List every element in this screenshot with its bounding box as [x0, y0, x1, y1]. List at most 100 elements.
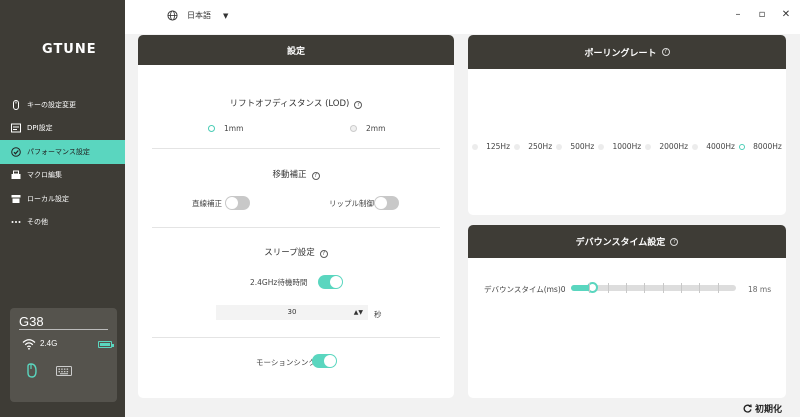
sidebar-item-label: ローカル設定 — [27, 194, 69, 203]
toggle-knob — [330, 276, 342, 288]
language-selector[interactable]: 日本語 ▼ — [167, 10, 228, 21]
toggle-knob — [226, 197, 238, 209]
device-card: G38 2.4G — [10, 308, 117, 402]
motion-sync-label: モーションシンク — [256, 358, 316, 367]
sleep-title: スリープ設定? — [138, 246, 454, 258]
maximize-button[interactable]: ▫ — [755, 9, 769, 20]
polling-option-1000[interactable]: 1000Hz — [598, 142, 641, 151]
rate-label: 250Hz — [528, 142, 553, 151]
help-icon[interactable]: ? — [319, 250, 328, 258]
sidebar-item-label: DPI設定 — [27, 124, 53, 133]
settings-header: 設定 — [138, 35, 454, 65]
wifi-icon — [22, 339, 36, 350]
settings-title: 設定 — [286, 46, 305, 57]
rate-label: 125Hz — [486, 142, 511, 151]
radio-icon — [350, 125, 357, 132]
sleep-time-select[interactable]: 30 ▲▼ — [216, 305, 368, 320]
debounce-title: デバウンスタイム設定 — [575, 238, 666, 248]
mouse-icon — [10, 99, 22, 111]
radio-icon — [598, 143, 605, 150]
divider — [152, 227, 440, 228]
debounce-min: 0 — [560, 285, 566, 294]
radio-icon — [645, 143, 652, 150]
battery-level — [100, 343, 110, 346]
lod-title: リフトオフディスタンス (LOD)? — [138, 97, 454, 109]
rate-label: 4000Hz — [706, 142, 735, 151]
polling-option-250[interactable]: 250Hz — [514, 142, 552, 151]
sidebar-item-label: キーの設定変更 — [27, 100, 76, 109]
sleep-title-text: スリープ設定 — [264, 248, 315, 258]
polling-option-2000[interactable]: 2000Hz — [645, 142, 688, 151]
close-button[interactable]: ✕ — [779, 9, 793, 20]
help-icon[interactable]: ? — [661, 48, 670, 56]
local-icon — [10, 193, 22, 205]
radio-selected-icon — [739, 143, 746, 150]
device-divider — [19, 329, 108, 330]
polling-option-125[interactable]: 125Hz — [472, 142, 510, 151]
language-label: 日本語 — [187, 11, 211, 20]
ripple-control-label: リップル制御 — [329, 199, 374, 208]
minimize-button[interactable]: – — [731, 9, 745, 20]
reset-label: 初期化 — [755, 405, 783, 415]
slider-tick — [699, 283, 700, 293]
toggle-knob — [375, 197, 387, 209]
straight-correction-toggle[interactable] — [225, 196, 250, 210]
keyboard-icon[interactable] — [56, 366, 72, 376]
help-icon[interactable]: ? — [670, 237, 679, 246]
wait-time-label: 2.4GHz待機時間 — [250, 278, 308, 287]
debounce-slider[interactable] — [571, 282, 736, 293]
performance-icon — [10, 146, 22, 158]
dpi-icon — [10, 122, 22, 134]
divider — [152, 148, 440, 149]
slider-tick — [718, 283, 719, 293]
settings-panel: 設定 リフトオフディスタンス (LOD)? 1mm 2mm 移動補正? 直線補正… — [138, 35, 454, 398]
motion-sync-toggle[interactable] — [312, 354, 337, 368]
sleep-time-value: 30 — [287, 308, 297, 316]
radio-label: 2mm — [366, 124, 386, 133]
motion-title-text: 移動補正 — [272, 170, 307, 180]
debounce-max: 18 ms — [748, 285, 772, 294]
sidebar-item-performance[interactable]: パフォーマンス設定 — [0, 140, 125, 164]
sidebar-item-label: パフォーマンス設定 — [27, 147, 90, 156]
sidebar-item-more[interactable]: その他 — [0, 211, 125, 235]
sidebar-item-local[interactable]: ローカル設定 — [0, 187, 125, 211]
sidebar-item-dpi[interactable]: DPI設定 — [0, 117, 125, 141]
polling-option-8000[interactable]: 8000Hz — [739, 142, 782, 151]
rate-label: 500Hz — [570, 142, 595, 151]
radio-selected-icon — [208, 125, 215, 132]
sidebar: GTUNE キーの設定変更 DPI設定 パフォーマンス設定 マクロ編集 ローカル… — [0, 0, 125, 417]
brand-logo: GTUNE — [42, 42, 97, 57]
connection-type: 2.4G — [40, 339, 58, 348]
sidebar-item-label: その他 — [27, 218, 48, 227]
sidebar-item-macro[interactable]: マクロ編集 — [0, 164, 125, 188]
polling-option-4000[interactable]: 4000Hz — [692, 142, 735, 151]
straight-correction-label: 直線補正 — [192, 199, 222, 208]
help-icon[interactable]: ? — [354, 101, 363, 109]
help-icon[interactable]: ? — [311, 172, 320, 180]
device-model: G38 — [19, 314, 44, 329]
lod-option-1mm[interactable]: 1mm — [208, 124, 243, 133]
slider-tick — [663, 283, 664, 293]
divider — [152, 337, 440, 338]
sidebar-nav: キーの設定変更 DPI設定 パフォーマンス設定 マクロ編集 ローカル設定 その他 — [0, 93, 125, 234]
polling-header: ポーリングレート? — [468, 35, 786, 69]
polling-title: ポーリングレート — [584, 48, 657, 59]
radio-label: 1mm — [224, 124, 244, 133]
rate-label: 1000Hz — [612, 142, 642, 151]
debounce-label: デバウンスタイム(ms)0 — [484, 284, 566, 295]
sidebar-item-key-settings[interactable]: キーの設定変更 — [0, 93, 125, 117]
lod-option-2mm[interactable]: 2mm — [350, 124, 385, 133]
polling-option-500[interactable]: 500Hz — [556, 142, 594, 151]
rate-label: 8000Hz — [753, 142, 782, 151]
sidebar-item-label: マクロ編集 — [27, 171, 62, 180]
chevron-down-icon: ▼ — [223, 11, 229, 20]
slider-tick — [608, 283, 609, 293]
reset-button[interactable]: 初期化 — [743, 402, 782, 415]
polling-rate-options: 125Hz 250Hz 500Hz 1000Hz 2000Hz 4000Hz 8… — [468, 142, 786, 151]
wait-time-toggle[interactable] — [318, 275, 343, 289]
macro-icon — [10, 169, 22, 181]
ripple-control-toggle[interactable] — [374, 196, 399, 210]
toggle-knob — [324, 355, 336, 367]
mouse-device-icon[interactable] — [25, 363, 39, 379]
polling-rate-panel: ポーリングレート? 125Hz 250Hz 500Hz 1000Hz 2000H… — [468, 35, 786, 215]
